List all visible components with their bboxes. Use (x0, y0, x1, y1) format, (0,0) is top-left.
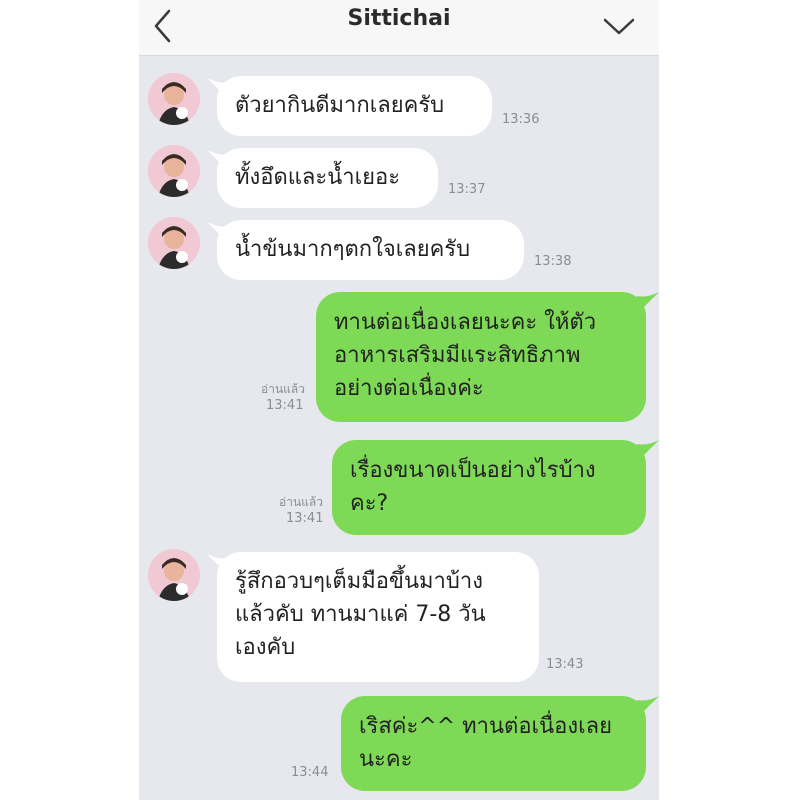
chat-screen: Sittichai ตัวยากินดีมากเลยครับ 13:36 ทั้… (139, 0, 659, 800)
message-text: เองคับ (235, 635, 296, 660)
message-text: อาหารเสริมมีแระสิทธิภาพ (334, 343, 581, 368)
message-text: คะ? (350, 491, 389, 516)
message-text: นะคะ (359, 747, 413, 772)
avatar[interactable] (148, 73, 200, 125)
chat-header: Sittichai (139, 0, 659, 56)
chat-title[interactable]: Sittichai (139, 6, 659, 31)
message-text: เรื่องขนาดเป็นอย่างไรบ้าง (350, 458, 596, 483)
menu-toggle-button[interactable] (599, 12, 639, 42)
avatar[interactable] (148, 217, 200, 269)
message-bubble-outgoing[interactable]: เริสค่ะ^^ ทานต่อเนื่องเลย นะคะ (341, 696, 646, 791)
message-time: 13:41 (286, 511, 324, 526)
message-time: 13:38 (534, 254, 572, 269)
message-bubble-incoming[interactable]: รู้สึกอวบๆเต็มมือขึ้นมาบ้าง แล้วคับ ทานม… (217, 552, 539, 682)
read-receipt: อ่านแล้ว (261, 382, 305, 396)
message-time: 13:37 (448, 182, 486, 197)
message-bubble-outgoing[interactable]: ทานต่อเนื่องเลยนะคะ ให้ตัว อาหารเสริมมีแ… (316, 292, 646, 422)
message-text: ทานต่อเนื่องเลยนะคะ ให้ตัว (334, 310, 597, 335)
message-time: 13:41 (266, 398, 304, 413)
message-time: 13:43 (546, 657, 584, 672)
avatar[interactable] (148, 145, 200, 197)
message-text: แล้วคับ ทานมาแค่ 7-8 วัน (235, 602, 486, 627)
message-text: รู้สึกอวบๆเต็มมือขึ้นมาบ้าง (235, 569, 483, 594)
message-text: อย่างต่อเนื่องค่ะ (334, 376, 484, 401)
message-time: 13:44 (291, 765, 329, 780)
chevron-down-icon (603, 18, 635, 35)
read-receipt: อ่านแล้ว (279, 495, 323, 509)
message-text: ทั้งอึดและน้ำเยอะ (235, 165, 401, 190)
message-text: น้ำข้นมากๆตกใจเลยครับ (235, 237, 471, 262)
avatar[interactable] (148, 549, 200, 601)
message-text: เริสค่ะ^^ ทานต่อเนื่องเลย (359, 714, 612, 739)
message-text: ตัวยากินดีมากเลยครับ (235, 93, 445, 118)
message-bubble-incoming[interactable]: ตัวยากินดีมากเลยครับ (217, 76, 492, 136)
message-bubble-incoming[interactable]: น้ำข้นมากๆตกใจเลยครับ (217, 220, 524, 280)
message-bubble-outgoing[interactable]: เรื่องขนาดเป็นอย่างไรบ้าง คะ? (332, 440, 646, 535)
message-bubble-incoming[interactable]: ทั้งอึดและน้ำเยอะ (217, 148, 438, 208)
message-time: 13:36 (502, 112, 540, 127)
